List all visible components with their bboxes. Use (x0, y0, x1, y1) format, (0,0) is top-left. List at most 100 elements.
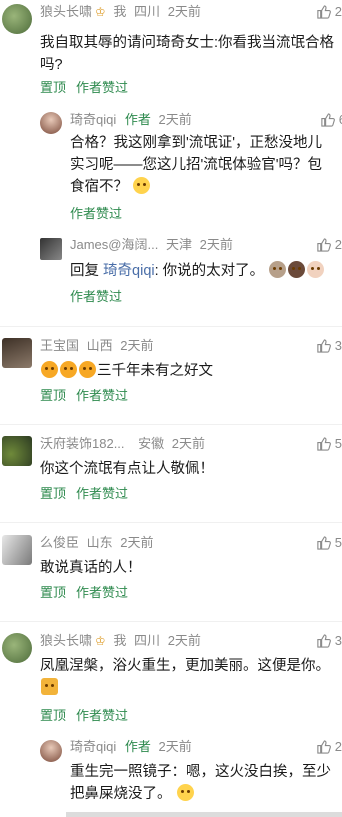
reply-text-content: : 你说的太对了。 (154, 263, 265, 279)
comment-text-content: 三千年未有之好文 (97, 363, 213, 379)
like-button[interactable]: 6 (320, 110, 342, 130)
crown-icon: ♔ (95, 5, 106, 19)
like-count: 5 (334, 535, 342, 550)
avatar[interactable] (2, 633, 32, 663)
like-count: 3 (334, 633, 342, 648)
timestamp: 2天前 (120, 535, 154, 550)
username[interactable]: 王宝国 (40, 338, 79, 353)
like-button[interactable]: 2 (316, 235, 342, 255)
like-count: 5 (334, 436, 342, 451)
comment-text: 敢说真话的人！ (40, 560, 142, 576)
reply-to-link[interactable]: 琦奇qiqi (103, 263, 155, 279)
smile-emoji-icon (133, 177, 151, 194)
comment-text: 你这个流氓有点让人敬佩！ (40, 461, 214, 477)
pin-button[interactable]: 置顶 (40, 388, 66, 403)
reply-meta: 琦奇qiqi 作者 2天前 (70, 737, 192, 757)
thumb-up-icon (317, 238, 332, 252)
comment-text: 我自取其辱的请问琦奇女士:你看我当流氓合格吗? (40, 35, 335, 73)
reply-text: 重生完一照镜子：嗯，这火没白挨，至少把鼻屎烧没了。 (70, 761, 340, 805)
reply-prefix: 回复 (70, 263, 104, 279)
reply-meta: 琦奇qiqi 作者 2天前 (70, 110, 192, 130)
thumb-up-icon (317, 339, 332, 353)
username[interactable]: 琦奇qiqi (70, 739, 116, 754)
grin-emoji-icon (41, 361, 58, 378)
author-tag: 作者 (124, 739, 151, 754)
comment-meta: 狼头长啸 ♔ 我 四川 2天前 (40, 2, 201, 22)
timestamp: 2天前 (171, 436, 206, 451)
divider (0, 621, 342, 622)
location: 天津 (165, 237, 192, 252)
author-tag: 作者 (124, 112, 151, 127)
pin-button[interactable]: 置顶 (40, 80, 66, 95)
like-button[interactable]: 2 (316, 737, 342, 757)
avatar[interactable] (40, 112, 62, 134)
victory-hand-emoji-icon (288, 261, 306, 278)
author-liked-badge: 作者赞过 (76, 486, 129, 501)
reply-actions: 作者赞过 (70, 288, 132, 306)
comment-meta: 王宝国 山西 2天前 (40, 336, 154, 356)
avatar[interactable] (2, 436, 32, 466)
location: 山东 (86, 535, 113, 550)
username[interactable]: 狼头长啸 (40, 633, 92, 648)
reply-meta: James@海阔... 天津 2天前 (70, 235, 233, 255)
pin-button[interactable]: 置顶 (40, 708, 66, 723)
like-button[interactable]: 5 (316, 434, 342, 454)
reply-text: 回复 琦奇qiqi: 你说的太对了。 (70, 260, 340, 282)
thumb-up-icon (317, 740, 332, 754)
reply-text-content: 重生完一照镜子：嗯，这火没白挨，至少把鼻屎烧没了。 (70, 764, 331, 802)
avatar[interactable] (2, 4, 32, 34)
like-count: 3 (334, 338, 342, 353)
comment-text: 凤凰涅槃，浴火重生，更加美丽。这便是你。 (40, 655, 340, 699)
timestamp: 2天前 (167, 4, 201, 19)
divider (0, 522, 342, 523)
comment-text-content: 凤凰涅槃，浴火重生，更加美丽。这便是你。 (40, 658, 330, 674)
thumbs-up-emoji-icon (41, 678, 58, 695)
username[interactable]: 琦奇qiqi (70, 112, 116, 127)
username[interactable]: James@海阔... (70, 237, 158, 252)
coffee-emoji-icon (269, 261, 287, 278)
reply-text: 合格？我这刚拿到'流氓证'，正愁没地儿实习呢——您这儿招'流氓体验官'吗？包食宿… (70, 132, 336, 198)
author-liked-badge: 作者赞过 (70, 289, 123, 304)
reply-text-content: 合格？我这刚拿到'流氓证'，正愁没地儿实习呢——您这儿招'流氓体验官'吗？包食宿… (70, 135, 323, 195)
avatar[interactable] (40, 740, 62, 762)
comment-meta: 狼头长啸 ♔ 我 四川 2天前 (40, 631, 201, 651)
username[interactable]: 么俊臣 (40, 535, 79, 550)
avatar[interactable] (2, 338, 32, 368)
like-button[interactable]: 5 (316, 533, 342, 553)
pin-button[interactable]: 置顶 (40, 585, 66, 600)
author-liked-badge: 作者赞过 (76, 708, 129, 723)
divider (0, 326, 342, 327)
location: 山西 (86, 338, 113, 353)
comment-actions: 置顶 作者赞过 (40, 584, 138, 602)
comment-actions: 置顶 作者赞过 (40, 79, 138, 97)
thumb-up-icon (317, 536, 332, 550)
like-count: 2 (334, 237, 342, 252)
timestamp: 2天前 (167, 633, 201, 648)
self-badge: 我 (113, 633, 127, 648)
location: 安徽 (138, 436, 165, 451)
comment-text: 三千年未有之好文 (40, 360, 340, 382)
comment-actions: 置顶 作者赞过 (40, 387, 138, 405)
timestamp: 2天前 (120, 338, 154, 353)
location: 四川 (134, 4, 161, 19)
like-button[interactable]: 3 (316, 631, 342, 651)
timestamp: 2天前 (158, 112, 192, 127)
thumb-up-icon (317, 5, 332, 19)
location: 四川 (134, 633, 161, 648)
comment-actions: 置顶 作者赞过 (40, 707, 138, 725)
thumb-up-icon (321, 113, 336, 127)
grin-emoji-icon (60, 361, 77, 378)
like-button[interactable]: 3 (316, 336, 342, 356)
grin-emoji-icon (79, 361, 96, 378)
pin-button[interactable]: 置顶 (40, 486, 66, 501)
reply-actions: 作者赞过 (70, 205, 132, 223)
divider (0, 424, 342, 425)
author-liked-badge: 作者赞过 (76, 80, 129, 95)
author-liked-badge: 作者赞过 (76, 585, 129, 600)
username[interactable]: 狼头长啸 (40, 4, 92, 19)
avatar[interactable] (2, 535, 32, 565)
avatar[interactable] (40, 238, 62, 260)
like-count: 2 (334, 739, 342, 754)
like-button[interactable]: 2 (316, 2, 342, 22)
username[interactable]: 沃府装饰182... (40, 436, 125, 451)
